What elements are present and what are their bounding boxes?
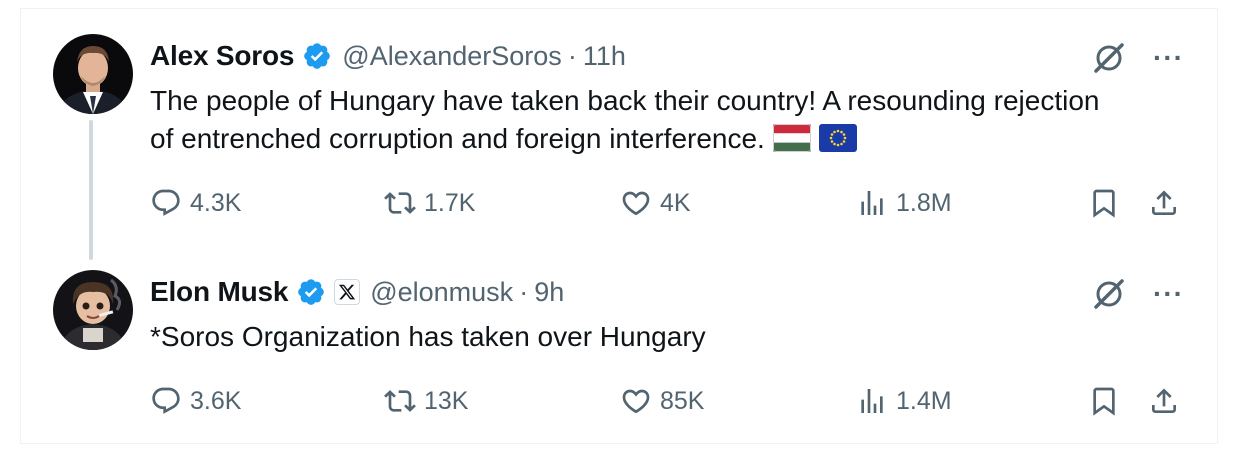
- share-icon: [1152, 388, 1176, 413]
- separator: ·: [519, 276, 529, 307]
- share-button[interactable]: [1148, 384, 1180, 418]
- like-count: 4K: [660, 188, 691, 217]
- avatar[interactable]: [53, 270, 133, 350]
- like-button[interactable]: 4K: [620, 186, 691, 220]
- like-icon: [622, 389, 650, 414]
- views-icon: [861, 389, 883, 413]
- views-button[interactable]: 1.4M: [856, 384, 952, 418]
- view-count: 1.8M: [896, 188, 952, 217]
- like-count: 85K: [660, 386, 705, 415]
- tweet-header: Elon Musk @elonmusk · 9h: [150, 274, 564, 310]
- display-name[interactable]: Alex Soros: [150, 40, 294, 72]
- tweet-text-content: *Soros Organization has taken over Hunga…: [150, 321, 706, 352]
- tweet-header: Alex Soros @AlexanderSoros · 11h: [150, 38, 626, 74]
- grok-icon[interactable]: [1091, 276, 1127, 312]
- retweet-icon: [384, 390, 416, 412]
- reply-count: 4.3K: [190, 188, 242, 217]
- more-icon[interactable]: ···: [1153, 280, 1184, 308]
- reply-icon: [152, 189, 180, 216]
- share-button[interactable]: [1148, 186, 1180, 220]
- bookmark-icon: [1093, 387, 1115, 416]
- share-icon: [1152, 190, 1176, 215]
- tweet-top-actions: ···: [1091, 40, 1184, 76]
- like-icon: [622, 191, 650, 216]
- hungary-flag-icon: [772, 124, 811, 162]
- views-button[interactable]: 1.8M: [856, 186, 952, 220]
- tweet-top-actions: ···: [1091, 276, 1184, 312]
- retweet-icon: [384, 192, 416, 214]
- retweet-count: 13K: [424, 386, 469, 415]
- timestamp[interactable]: 11h: [583, 41, 626, 72]
- bookmark-button[interactable]: [1088, 186, 1120, 220]
- x-affiliate-icon[interactable]: [334, 279, 361, 305]
- tweet-text: The people of Hungary have taken back th…: [150, 82, 1110, 162]
- like-button[interactable]: 85K: [620, 384, 704, 418]
- retweet-button[interactable]: 1.7K: [384, 186, 475, 220]
- verified-icon: [302, 41, 332, 71]
- tweet[interactable]: Alex Soros @AlexanderSoros · 11h ··· The…: [0, 30, 1240, 240]
- timestamp[interactable]: 9h: [534, 277, 564, 308]
- tweet-actions: 3.6K 13K 85K 1.4M: [150, 384, 1190, 418]
- reply-button[interactable]: 3.6K: [150, 384, 241, 418]
- retweet-button[interactable]: 13K: [384, 384, 468, 418]
- reply-count: 3.6K: [190, 386, 242, 415]
- separator: ·: [567, 40, 577, 71]
- tweet-text: *Soros Organization has taken over Hunga…: [150, 318, 1110, 356]
- tweet-actions: 4.3K 1.7K 4K 1.8M: [150, 186, 1190, 220]
- avatar[interactable]: [53, 34, 133, 114]
- eu-flag-icon: [818, 124, 857, 162]
- more-icon[interactable]: ···: [1153, 44, 1184, 72]
- retweet-count: 1.7K: [424, 188, 476, 217]
- views-icon: [861, 191, 883, 215]
- reply-icon: [152, 387, 180, 414]
- display-name[interactable]: Elon Musk: [150, 276, 288, 308]
- grok-icon[interactable]: [1091, 40, 1127, 76]
- bookmark-icon: [1093, 189, 1115, 218]
- reply-button[interactable]: 4.3K: [150, 186, 241, 220]
- username[interactable]: @AlexanderSoros: [342, 41, 562, 72]
- tweet-text-content: The people of Hungary have taken back th…: [150, 85, 1100, 154]
- bookmark-button[interactable]: [1088, 384, 1120, 418]
- tweet[interactable]: Elon Musk @elonmusk · 9h ··· *Soros Orga…: [0, 266, 1240, 436]
- verified-icon: [296, 277, 326, 307]
- username[interactable]: @elonmusk: [370, 277, 513, 308]
- view-count: 1.4M: [896, 386, 952, 415]
